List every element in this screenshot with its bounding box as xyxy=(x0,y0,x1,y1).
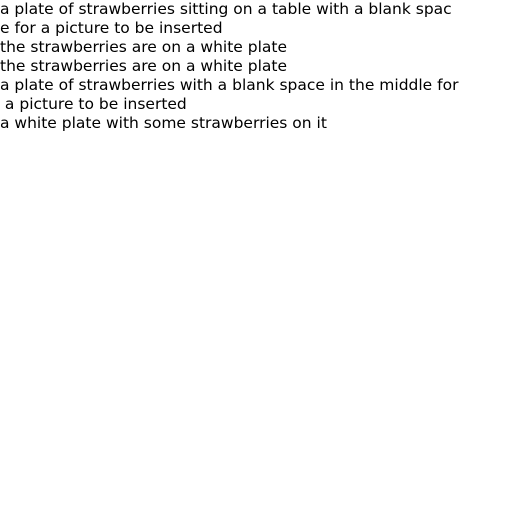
caption-line: a plate of strawberries sitting on a tab… xyxy=(0,0,452,18)
caption-line: a white plate with some strawberries on … xyxy=(0,114,327,132)
caption-line: a plate of strawberries with a blank spa… xyxy=(0,76,459,94)
caption-line: the strawberries are on a white plate xyxy=(0,38,288,56)
caption-line: a picture to be inserted xyxy=(0,95,187,113)
caption-list: a plate of strawberries sitting on a tab… xyxy=(0,0,512,133)
caption-line: e for a picture to be inserted xyxy=(0,19,223,37)
caption-line: the strawberries are on a white plate xyxy=(0,57,288,75)
